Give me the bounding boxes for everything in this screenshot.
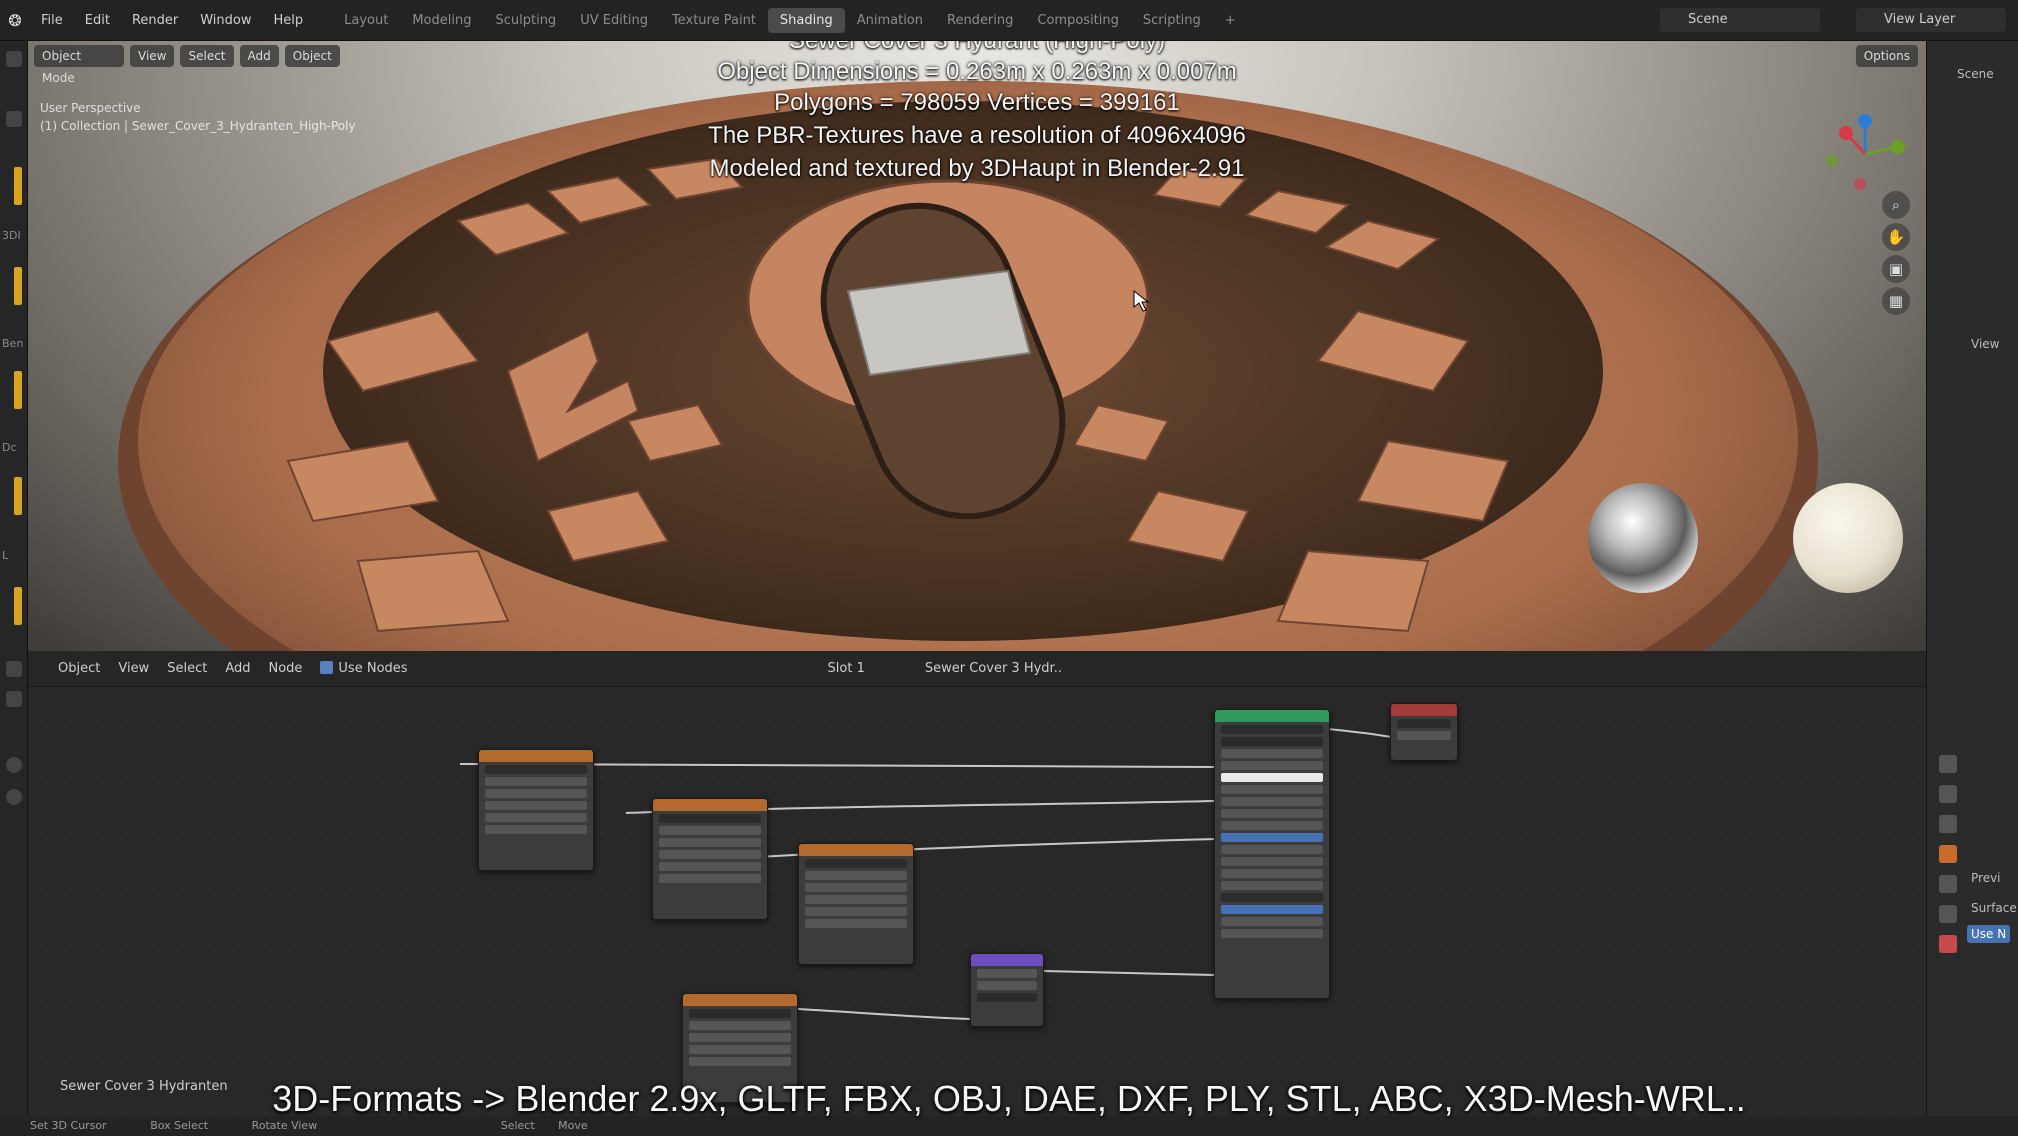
hand-icon[interactable] bbox=[6, 789, 22, 805]
surface-label: Surface bbox=[1971, 901, 2017, 915]
workspace-tabs: Layout Modeling Sculpting UV Editing Tex… bbox=[332, 7, 1248, 33]
main-menu: File Edit Render Window Help bbox=[30, 13, 314, 28]
status-move: Move bbox=[558, 1119, 588, 1132]
search-icon[interactable] bbox=[6, 111, 22, 127]
image-texture-node[interactable] bbox=[652, 798, 768, 920]
tab-texture-paint[interactable]: Texture Paint bbox=[660, 8, 768, 33]
particles-icon[interactable] bbox=[1939, 905, 1957, 923]
overlay-textures: The PBR-Textures have a resolution of 40… bbox=[708, 122, 1246, 149]
left-toolbar: 3DI Ben Dc L bbox=[0, 41, 28, 1136]
tab-uv-editing[interactable]: UV Editing bbox=[568, 8, 660, 33]
node-header bbox=[971, 954, 1043, 966]
output-properties-icon[interactable] bbox=[1939, 815, 1957, 833]
left-label-3: Dc bbox=[2, 441, 17, 454]
node-header bbox=[799, 844, 913, 856]
shader-node-editor[interactable]: Object View Select Add Node Use Nodes Sl… bbox=[28, 651, 1926, 1136]
node-links bbox=[459, 728, 1393, 1020]
status-rotate-view: Rotate View bbox=[251, 1119, 318, 1132]
top-bar: ❂ File Edit Render Window Help Layout Mo… bbox=[0, 0, 2018, 41]
cursor-icon[interactable] bbox=[6, 757, 22, 773]
editor-type-icon[interactable] bbox=[6, 661, 22, 677]
blender-logo-icon[interactable]: ❂ bbox=[0, 11, 30, 30]
folder-icon[interactable] bbox=[6, 51, 22, 67]
material-output-node[interactable] bbox=[1390, 703, 1458, 761]
normal-map-node[interactable] bbox=[970, 953, 1044, 1027]
view-layer-selector[interactable]: View Layer bbox=[1856, 8, 2006, 32]
scene-selector[interactable]: Scene bbox=[1660, 8, 1820, 32]
overlay-title: Sewer Cover 3 Hydrant (High-Poly) bbox=[28, 41, 1926, 55]
node-header bbox=[683, 994, 797, 1006]
scene-name: Scene bbox=[1688, 12, 1728, 27]
node-header bbox=[1391, 704, 1457, 716]
clay-preview-sphere bbox=[1793, 483, 1903, 593]
view-layer-name: View Layer bbox=[1884, 12, 1956, 27]
menu-window[interactable]: Window bbox=[189, 13, 262, 28]
3d-viewport[interactable]: Object Mode View Select Add Object Optio… bbox=[28, 41, 1926, 651]
zoom-icon[interactable]: ⌕ bbox=[1882, 191, 1910, 219]
principled-bsdf-node[interactable] bbox=[1214, 709, 1330, 999]
node-header bbox=[479, 750, 593, 762]
node-header bbox=[1215, 710, 1329, 722]
menu-render[interactable]: Render bbox=[121, 13, 189, 28]
overlay-dimensions: Object Dimensions = 0.263m x 0.263m x 0.… bbox=[717, 58, 1237, 85]
preview-label: Previ bbox=[1971, 871, 2001, 885]
left-label-4: L bbox=[2, 549, 9, 562]
camera-view-icon[interactable]: ▣ bbox=[1882, 255, 1910, 283]
overlay-credit: Modeled and textured by 3DHaupt in Blend… bbox=[709, 155, 1245, 182]
menu-help[interactable]: Help bbox=[263, 13, 315, 28]
image-texture-node[interactable] bbox=[798, 843, 914, 965]
status-set-cursor: Set 3D Cursor bbox=[30, 1119, 107, 1132]
hdri-preview-sphere bbox=[1588, 483, 1698, 593]
tab-rendering[interactable]: Rendering bbox=[935, 8, 1025, 33]
status-select: Select bbox=[500, 1119, 535, 1132]
tool-indicator bbox=[14, 477, 22, 515]
menu-file[interactable]: File bbox=[30, 13, 74, 28]
tab-modeling[interactable]: Modeling bbox=[400, 8, 483, 33]
add-workspace-icon[interactable]: + bbox=[1213, 8, 1248, 33]
tool-settings-icon[interactable] bbox=[1939, 755, 1957, 773]
overlay-polygons: Polygons = 798059 Vertices = 399161 bbox=[774, 89, 1180, 116]
tool-indicator bbox=[14, 371, 22, 409]
status-box-select: Box Select bbox=[150, 1119, 209, 1132]
properties-panel: Scene View Surface Previ Use N bbox=[1926, 41, 2018, 1136]
modifier-icon[interactable] bbox=[1939, 875, 1957, 893]
tool-indicator bbox=[14, 267, 22, 305]
left-label-2: Ben bbox=[2, 337, 24, 350]
view-label: View bbox=[1971, 337, 2000, 351]
formats-caption: 3D-Formats -> Blender 2.9x, GLTF, FBX, O… bbox=[272, 1078, 1746, 1119]
use-nodes-button[interactable]: Use N bbox=[1967, 925, 2011, 943]
tool-indicator bbox=[14, 167, 22, 205]
tab-scripting[interactable]: Scripting bbox=[1131, 8, 1213, 33]
tab-compositing[interactable]: Compositing bbox=[1025, 8, 1131, 33]
object-properties-icon[interactable] bbox=[1939, 845, 1957, 863]
render-properties-icon[interactable] bbox=[1939, 785, 1957, 803]
menu-edit[interactable]: Edit bbox=[74, 13, 121, 28]
node-header bbox=[653, 799, 767, 811]
ortho-grid-icon[interactable]: ▦ bbox=[1882, 287, 1910, 315]
material-properties-icon[interactable] bbox=[1939, 935, 1957, 953]
tab-sculpting[interactable]: Sculpting bbox=[483, 8, 568, 33]
pan-hand-icon[interactable]: ✋ bbox=[1882, 223, 1910, 251]
navigation-gizmo[interactable] bbox=[1820, 109, 1910, 199]
left-label-1: 3DI bbox=[2, 229, 21, 242]
tab-shading[interactable]: Shading bbox=[767, 7, 845, 33]
image-icon[interactable] bbox=[6, 691, 22, 707]
image-texture-node[interactable] bbox=[478, 749, 594, 871]
outliner-scene-label: Scene bbox=[1957, 67, 1994, 81]
tab-animation[interactable]: Animation bbox=[845, 8, 935, 33]
tool-indicator bbox=[14, 587, 22, 625]
tab-layout[interactable]: Layout bbox=[332, 8, 400, 33]
